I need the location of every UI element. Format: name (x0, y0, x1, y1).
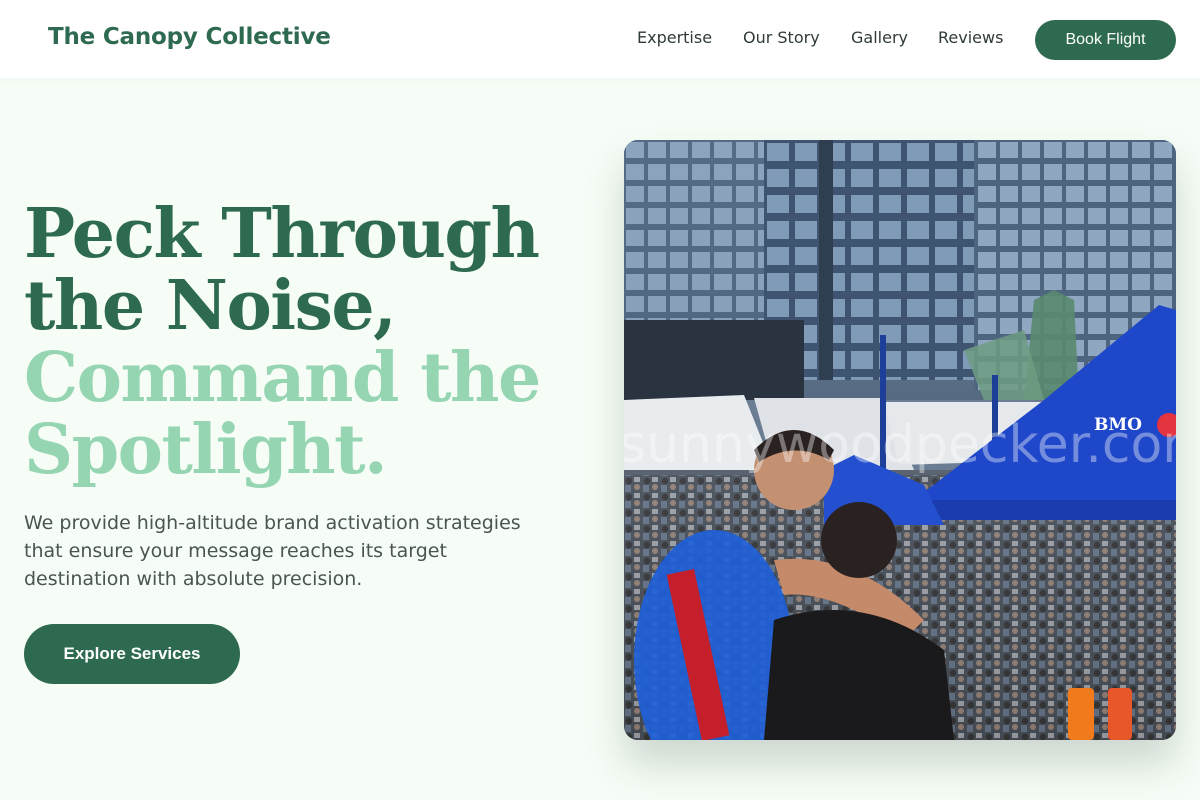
brand-logo-text[interactable]: The Canopy Collective (48, 24, 331, 50)
headline-line-1: Peck Through (24, 194, 540, 274)
headline-line-3: Command the (24, 338, 541, 418)
hero-subtitle: We provide high-altitude brand activatio… (24, 512, 521, 590)
explore-services-button[interactable]: Explore Services (24, 624, 240, 684)
headline-line-4: Spotlight. (24, 410, 388, 490)
nav-link-expertise[interactable]: Expertise (637, 28, 712, 47)
top-navbar: The Canopy Collective Expertise Our Stor… (0, 0, 1200, 78)
nav-link-reviews[interactable]: Reviews (938, 28, 1003, 47)
hero-headline: Peck Through the Noise, Command the Spot… (24, 198, 584, 486)
nav-link-gallery[interactable]: Gallery (851, 28, 908, 47)
festival-crowd-image: BMO sunnywoodpecker.com (624, 140, 1176, 740)
book-flight-button[interactable]: Book Flight (1035, 20, 1176, 60)
photo-watermark: sunnywoodpecker.com (624, 415, 1176, 475)
headline-line-2: the Noise, (24, 266, 397, 346)
nav-link-our-story[interactable]: Our Story (743, 28, 820, 47)
hero-photo: BMO sunnywoodpecker.com (624, 140, 1176, 740)
